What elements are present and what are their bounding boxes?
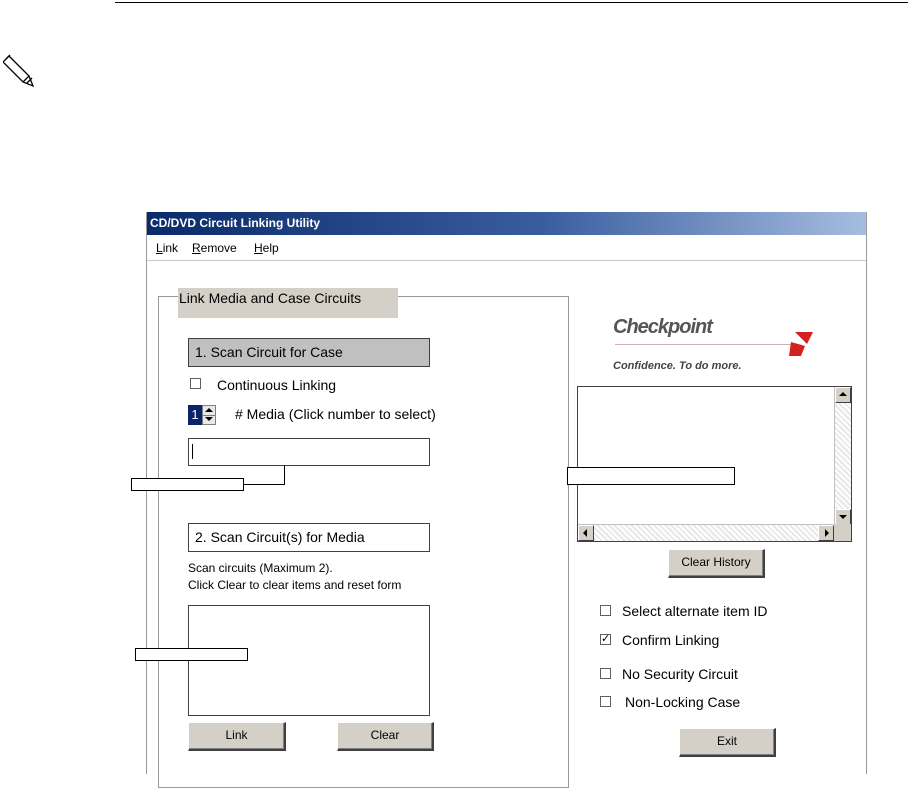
scroll-up-icon <box>839 392 847 396</box>
continuous-linking-label: Continuous Linking <box>217 377 337 393</box>
continuous-linking-checkbox[interactable] <box>190 378 201 389</box>
scroll-up-button[interactable] <box>835 387 851 403</box>
alternate-item-id-checkbox[interactable] <box>600 605 611 616</box>
scroll-left-icon <box>583 529 587 537</box>
scan-hint-max: Scan circuits (Maximum 2). <box>188 561 333 575</box>
window-title: CD/DVD Circuit Linking Utility <box>147 212 866 235</box>
case-circuit-input[interactable] <box>188 438 430 466</box>
step2-scan-media-label: 2. Scan Circuit(s) for Media <box>188 523 430 552</box>
link-button[interactable]: Link <box>188 722 286 751</box>
scan-hint-clear: Click Clear to clear items and reset for… <box>188 578 402 592</box>
no-security-circuit-label: No Security Circuit <box>622 666 738 682</box>
scrollbar-corner <box>834 524 851 541</box>
menu-bar: Link Remove Help <box>147 235 866 261</box>
page-top-rule <box>115 2 908 3</box>
callout-box-media-list <box>135 648 248 661</box>
clear-history-label: Clear History <box>681 555 751 569</box>
group-title: Link Media and Case Circuits <box>178 288 398 318</box>
scroll-left-button[interactable] <box>578 525 594 541</box>
exit-button[interactable]: Exit <box>679 728 776 757</box>
callout-line-case-input-v <box>284 465 285 485</box>
media-count-spinner[interactable] <box>202 405 216 425</box>
confirm-linking-label: Confirm Linking <box>622 632 720 648</box>
media-count-label: # Media (Click number to select) <box>235 406 436 422</box>
menu-help[interactable]: Help <box>254 241 279 255</box>
history-horizontal-scrollbar[interactable] <box>578 524 834 541</box>
history-vertical-scrollbar[interactable] <box>834 387 851 525</box>
scroll-right-button[interactable] <box>818 525 834 541</box>
non-locking-case-label: Non-Locking Case <box>625 694 741 710</box>
history-list[interactable] <box>577 386 852 542</box>
spinner-down-icon[interactable] <box>205 417 213 421</box>
callout-box-case-input <box>131 478 244 491</box>
non-locking-case-checkbox[interactable] <box>600 696 611 707</box>
text-caret <box>192 444 193 459</box>
confirm-linking-checkbox[interactable]: ✓ <box>600 634 611 645</box>
clear-button-label: Clear <box>370 728 400 742</box>
media-count-value[interactable]: 1 <box>188 405 202 425</box>
note-pencil-icon <box>3 54 35 88</box>
no-security-circuit-checkbox[interactable] <box>600 668 611 679</box>
logo-rule <box>615 344 795 345</box>
menu-remove[interactable]: Remove <box>192 241 237 255</box>
link-button-label: Link <box>225 728 248 742</box>
scroll-down-icon <box>839 515 847 519</box>
alternate-item-id-label: Select alternate item ID <box>622 603 768 619</box>
exit-button-label: Exit <box>716 734 737 748</box>
clear-history-button[interactable]: Clear History <box>668 549 765 578</box>
logo-tagline: Confidence. To do more. <box>613 360 742 372</box>
clear-button[interactable]: Clear <box>337 722 434 751</box>
callout-box-history <box>567 467 735 485</box>
menu-link[interactable]: Link <box>156 241 178 255</box>
spinner-up-icon[interactable] <box>205 408 213 412</box>
callout-line-case-input-h <box>243 484 285 485</box>
checkpoint-mark-icon <box>789 332 813 356</box>
step1-scan-case-label: 1. Scan Circuit for Case <box>188 338 430 367</box>
checkpoint-logo: Checkpoint Confidence. To do more. <box>613 312 823 378</box>
app-window: CD/DVD Circuit Linking Utility Link Remo… <box>146 212 867 788</box>
scroll-right-icon <box>825 529 829 537</box>
spinner-divider <box>203 415 215 416</box>
scroll-down-button[interactable] <box>835 509 851 525</box>
logo-wordmark: Checkpoint <box>613 316 713 338</box>
